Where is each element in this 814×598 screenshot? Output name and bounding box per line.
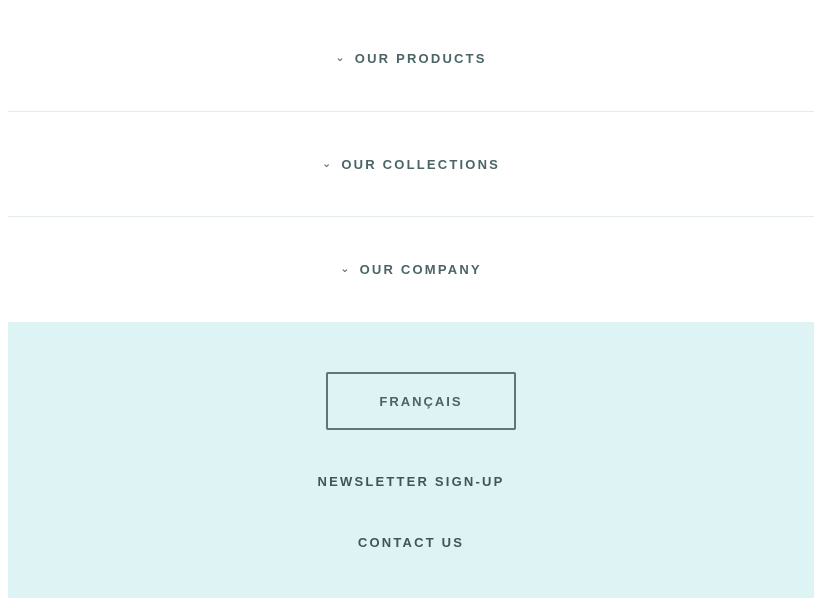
contact-us-link[interactable]: CONTACT US: [8, 535, 814, 550]
language-button[interactable]: FRANÇAIS: [326, 372, 516, 430]
footer-accordion: ⌄ OUR PRODUCTS ⌄ OUR COLLECTIONS ⌄ OUR C…: [8, 0, 814, 322]
chevron-down-icon: ⌄: [321, 157, 334, 170]
chevron-down-icon: ⌄: [335, 52, 347, 64]
chevron-down-icon: ⌄: [340, 263, 352, 275]
accordion-item-our-products[interactable]: ⌄ OUR PRODUCTS: [8, 0, 814, 112]
accordion-item-label: OUR COLLECTIONS: [341, 156, 501, 172]
footer-links-panel: FRANÇAIS NEWSLETTER SIGN-UP CONTACT US: [8, 322, 814, 598]
mobile-footer-menu: ⌄ OUR PRODUCTS ⌄ OUR COLLECTIONS ⌄ OUR C…: [0, 0, 814, 598]
accordion-item-our-collections[interactable]: ⌄ OUR COLLECTIONS: [8, 112, 814, 217]
accordion-item-label: OUR COMPANY: [359, 262, 482, 277]
newsletter-signup-link[interactable]: NEWSLETTER SIGN-UP: [8, 474, 814, 489]
accordion-item-our-company[interactable]: ⌄ OUR COMPANY: [8, 217, 814, 322]
accordion-item-label: OUR PRODUCTS: [354, 51, 487, 66]
